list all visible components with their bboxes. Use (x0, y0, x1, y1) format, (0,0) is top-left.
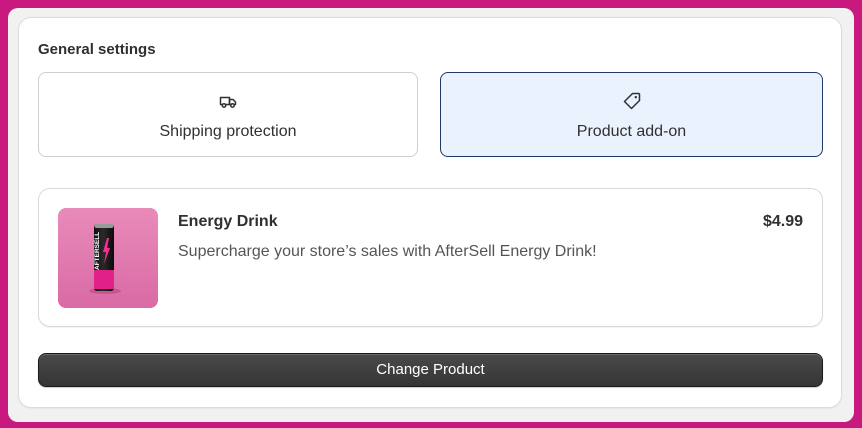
product-name: Energy Drink (178, 213, 278, 230)
tag-icon (623, 92, 640, 110)
product-description: Supercharge your store’s sales with Afte… (178, 243, 597, 260)
option-shipping-protection[interactable]: Shipping protection (38, 72, 418, 157)
general-settings-card: General settings Shipping protection Pro… (19, 18, 841, 407)
can-label-text: AFTERSELL (94, 232, 101, 270)
section-title: General settings (38, 41, 156, 58)
product-price: $4.99 (762, 213, 803, 230)
energy-drink-can-image: AFTERSELL (58, 208, 158, 308)
option-product-add-on[interactable]: Product add-on (440, 72, 823, 157)
product-card: AFTERSELL Energy Drink Supercharge your … (38, 188, 823, 327)
truck-icon (219, 96, 237, 108)
change-product-button[interactable]: Change Product (38, 353, 823, 387)
option-label: Shipping protection (159, 123, 297, 140)
option-label: Product add-on (576, 123, 687, 140)
